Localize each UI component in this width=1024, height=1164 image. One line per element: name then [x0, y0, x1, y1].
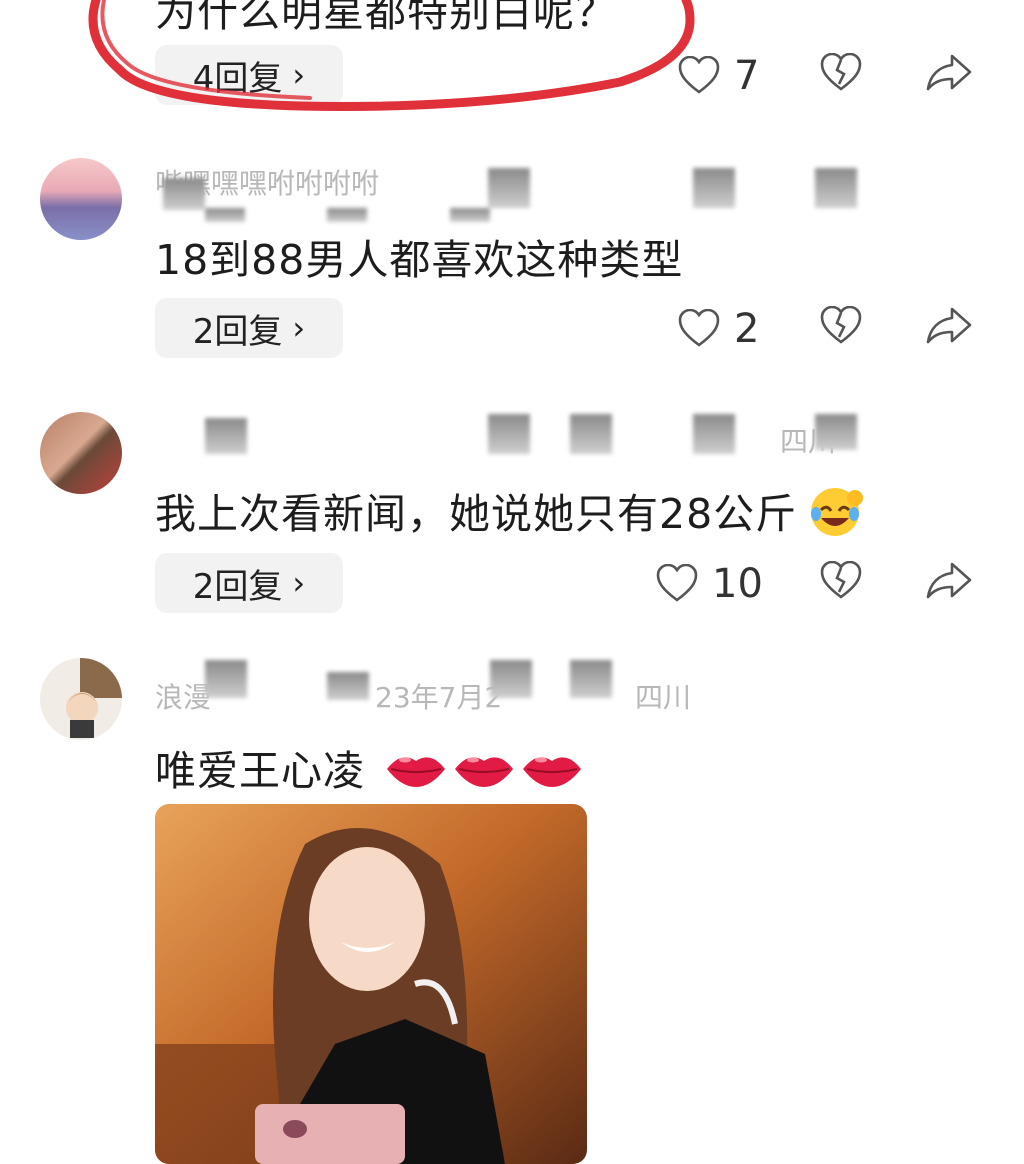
heart-outline-icon: [678, 309, 720, 347]
redaction-block: [488, 414, 530, 454]
redaction-block: [327, 208, 367, 222]
rofl-emoji: [803, 484, 867, 550]
redaction-block: [488, 168, 530, 208]
redaction-block: [163, 178, 205, 210]
like-count: 7: [734, 53, 760, 99]
kiss-lips-emoji: [521, 749, 583, 799]
date: 23年7月2: [375, 681, 503, 714]
username[interactable]: 浪漫: [155, 681, 211, 714]
replies-button[interactable]: 2回复 ›: [155, 298, 343, 358]
redaction-block: [205, 418, 247, 454]
comment-text: 我上次看新闻，她说她只有28公斤: [155, 480, 867, 550]
comment-text-content: 我上次看新闻，她说她只有28公斤: [155, 490, 798, 538]
comment-actions: 7: [650, 45, 980, 105]
share-arrow-icon: [926, 54, 972, 91]
redaction-block: [570, 414, 612, 454]
redaction-block: [205, 208, 245, 222]
chevron-right-icon: ›: [292, 309, 306, 347]
redaction-block: [327, 672, 369, 700]
redaction-block: [815, 168, 857, 208]
dislike-button[interactable]: [820, 53, 862, 93]
like-count: 10: [712, 561, 763, 607]
location: 四川: [635, 681, 692, 714]
redaction-block: [450, 208, 490, 222]
kiss-lips-emoji: [385, 749, 447, 799]
kiss-lips-emoji: [453, 749, 515, 799]
redaction-block: [205, 660, 247, 698]
comment-text: 为什么明星都特别白呢？: [155, 0, 617, 36]
like-button[interactable]: 7: [678, 53, 759, 99]
avatar[interactable]: [40, 412, 122, 494]
comment-actions: 10: [650, 553, 980, 613]
heart-outline-icon: [678, 56, 720, 94]
share-button[interactable]: [925, 53, 973, 93]
redaction-block: [570, 660, 612, 698]
replies-button[interactable]: 4回复 ›: [155, 45, 343, 105]
replies-button[interactable]: 2回复 ›: [155, 553, 343, 613]
replies-label: 4回复: [192, 58, 283, 99]
chevron-right-icon: ›: [292, 564, 306, 602]
avatar[interactable]: [40, 158, 122, 240]
redaction-block: [815, 414, 857, 450]
avatar[interactable]: [40, 658, 122, 740]
comment-text-content: 唯爱王心凌: [155, 747, 365, 795]
share-button[interactable]: [925, 306, 973, 346]
dislike-button[interactable]: [820, 561, 862, 601]
comment-text: 18到88男人都喜欢这种类型: [155, 236, 684, 284]
chevron-right-icon: ›: [292, 56, 306, 94]
redaction-block: [490, 660, 532, 698]
replies-label: 2回复: [192, 566, 283, 607]
share-button[interactable]: [925, 561, 973, 601]
broken-heart-icon: [820, 306, 862, 344]
broken-heart-icon: [820, 561, 862, 599]
like-button[interactable]: 10: [656, 561, 763, 607]
redaction-block: [693, 168, 735, 208]
replies-label: 2回复: [192, 311, 283, 352]
comment-image[interactable]: [155, 804, 587, 1164]
like-count: 2: [734, 306, 760, 352]
heart-outline-icon: [656, 564, 698, 602]
broken-heart-icon: [820, 53, 862, 91]
comment-text: 唯爱王心凌: [155, 737, 583, 799]
share-arrow-icon: [926, 562, 972, 599]
dislike-button[interactable]: [820, 306, 862, 346]
comment-actions: 2: [650, 298, 980, 358]
like-button[interactable]: 2: [678, 306, 759, 352]
share-arrow-icon: [926, 307, 972, 344]
redaction-block: [693, 414, 735, 454]
